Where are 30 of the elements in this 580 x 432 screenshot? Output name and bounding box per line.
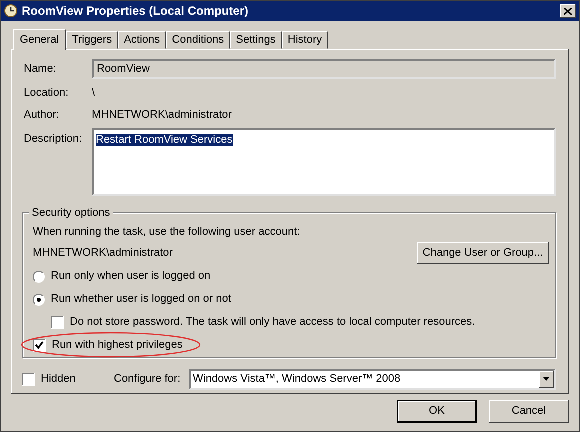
field-label: Configure for: [114,372,182,387]
description-field[interactable]: Restart RoomView Services [92,128,556,196]
option-label: Run only when user is logged on [51,269,211,284]
tab[interactable]: Settings [230,31,282,49]
field-label: Author: [24,108,60,123]
cancel-button[interactable]: Cancel [489,400,569,423]
option-label: Hidden [41,372,77,387]
option-label: Do not store password. The task will only have access to local computer resources. [70,315,476,330]
tab[interactable]: Actions [118,31,166,49]
tab[interactable]: Conditions [166,31,230,49]
window-title: RoomView Properties (Local Computer) [22,3,250,20]
field-label: Location: [24,86,70,101]
description-text: Restart RoomView Services [96,134,233,146]
account-prompt: When running the task, use the following user account: [33,224,302,240]
author-value: MHNETWORK\administrator [92,108,232,123]
dropdown-value: Windows Vista™, Windows Server™ 2008 [192,372,402,387]
change-user-button[interactable]: Change User or Group... [417,242,549,264]
tab[interactable]: Triggers [66,31,118,49]
configure-dropdown[interactable]: Windows Vista™, Windows Server™ 2008 [189,368,556,390]
option-label: Run with highest privileges [52,338,183,354]
location-value: \ [92,86,96,101]
option-label: Run whether user is logged on or not [51,292,232,308]
field-label: Description: [24,132,84,147]
field-label: Name: [24,62,58,77]
tab[interactable]: General [13,29,66,50]
group-title: Security options [29,205,114,222]
name-field[interactable]: RoomView [92,59,556,79]
tab[interactable]: History [282,31,328,49]
ok-button[interactable]: OK [397,400,477,423]
account-name: MHNETWORK\administrator [33,246,173,261]
